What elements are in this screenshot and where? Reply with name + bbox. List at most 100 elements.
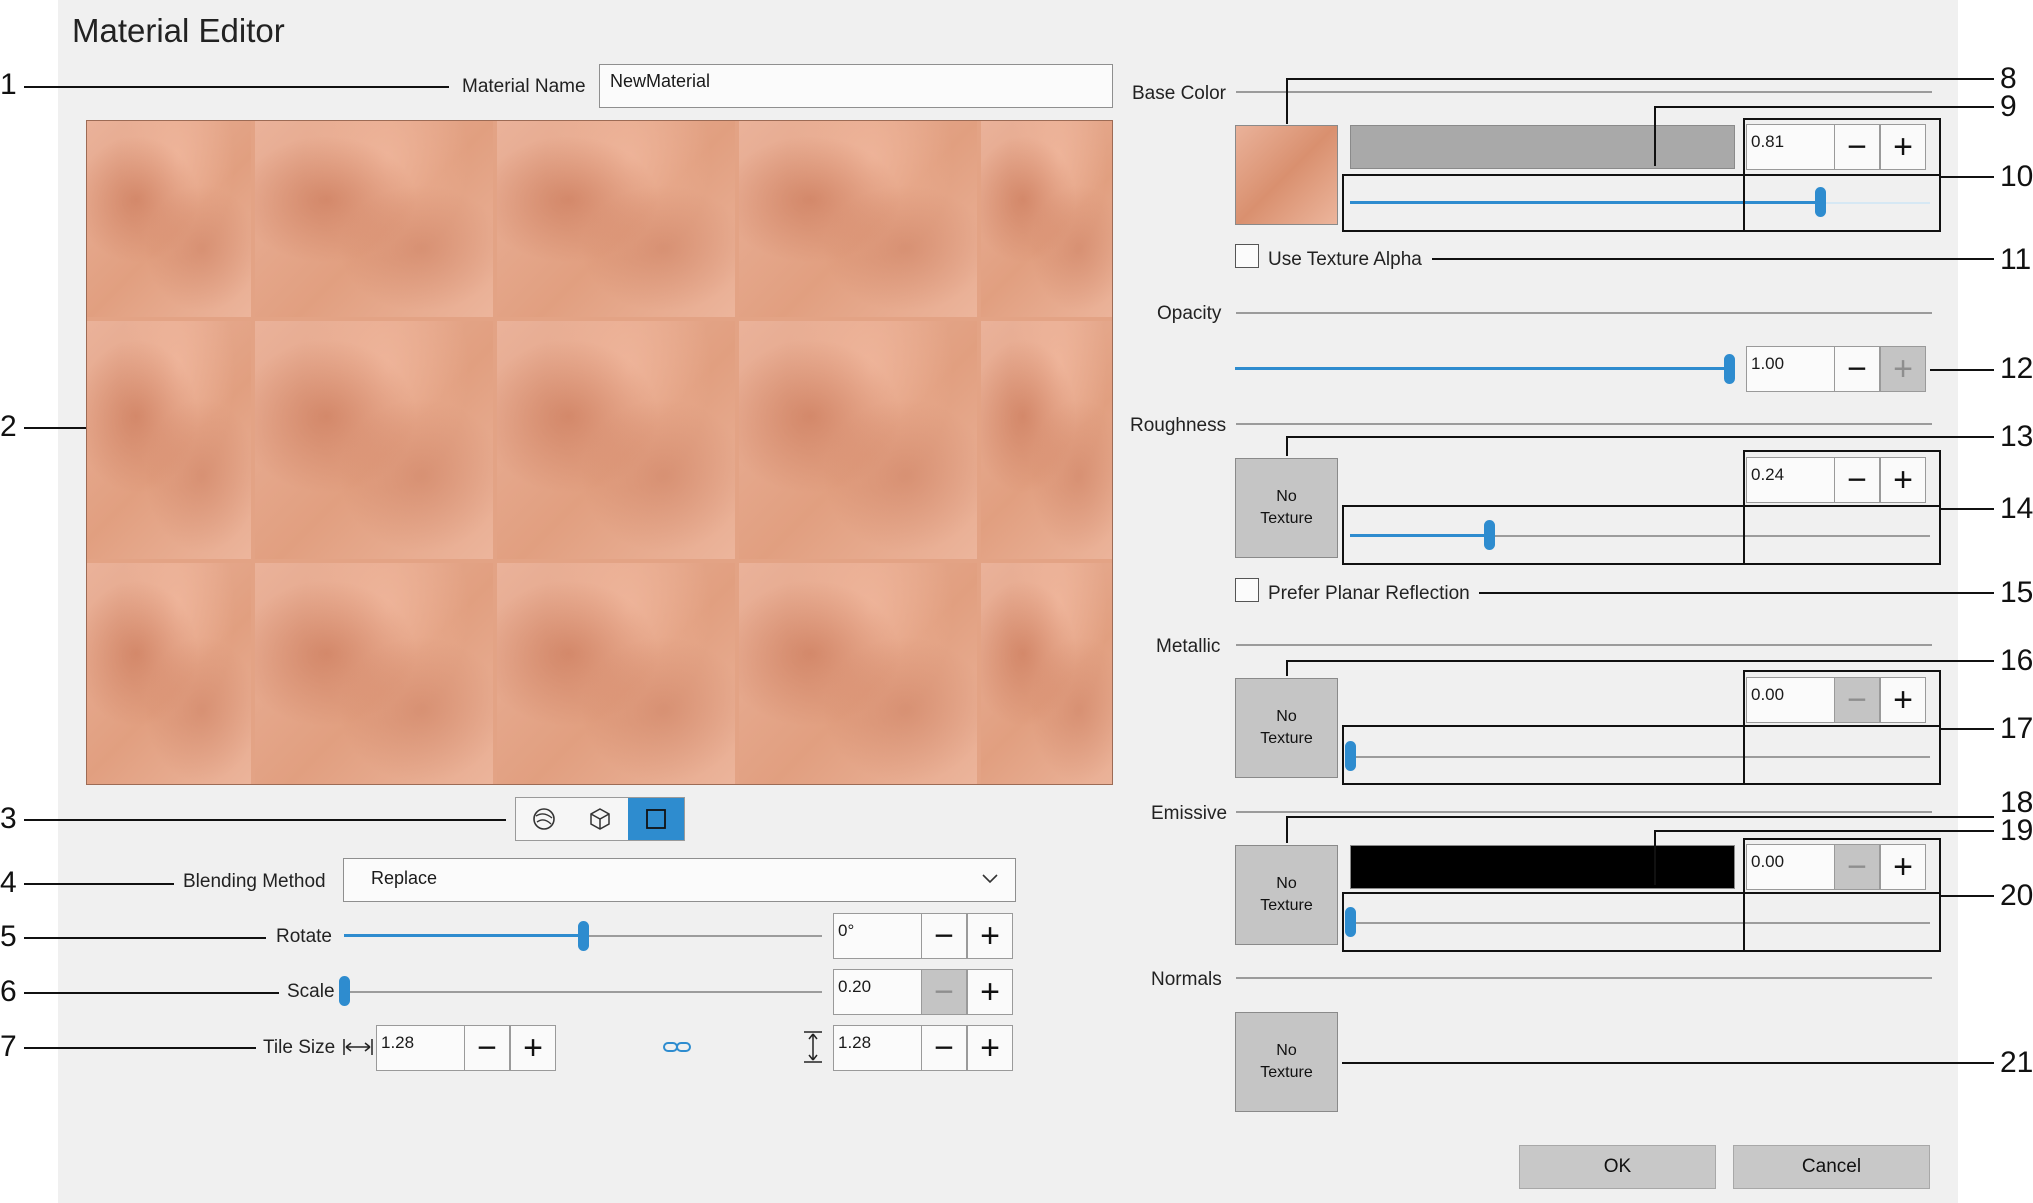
link-icon[interactable]: [662, 1038, 692, 1061]
callout-line-10: [1941, 176, 1994, 178]
preview-mode-toggle: [515, 797, 685, 841]
opacity-input[interactable]: 1.00: [1746, 346, 1835, 392]
callout-line-20: [1941, 895, 1994, 897]
scale-increment-button[interactable]: +: [967, 969, 1013, 1015]
callout-4: 4: [0, 866, 17, 899]
callout-line-3: [24, 819, 506, 821]
cancel-button[interactable]: Cancel: [1733, 1145, 1930, 1189]
scale-decrement-button[interactable]: −: [921, 969, 967, 1015]
callout-7: 7: [0, 1030, 17, 1063]
height-arrow-icon: [801, 1030, 825, 1069]
callout-line-9: [1654, 106, 1994, 108]
preview-tile: [981, 121, 1112, 317]
preview-tile: [981, 563, 1112, 784]
callout-15: 15: [2000, 576, 2033, 609]
scale-slider-thumb[interactable]: [339, 976, 350, 1006]
tile-width-decrement-button[interactable]: −: [464, 1025, 510, 1071]
opacity-slider-thumb[interactable]: [1724, 354, 1735, 384]
callout-12: 12: [2000, 352, 2033, 385]
width-arrow-icon: [342, 1036, 374, 1063]
callout-line-13-drop: [1286, 436, 1288, 456]
material-preview: [86, 120, 1113, 785]
scale-input[interactable]: 0.20: [833, 969, 922, 1015]
callout-19: 19: [2000, 814, 2033, 847]
metallic-label: Metallic: [1156, 636, 1221, 657]
callout-11: 11: [2000, 243, 2032, 276]
preview-tile: [981, 321, 1112, 559]
preview-tile: [739, 563, 977, 784]
preview-tile: [497, 121, 735, 317]
tile-height-increment-button[interactable]: +: [967, 1025, 1013, 1071]
callout-line-14: [1941, 508, 1994, 510]
tile-width-input[interactable]: 1.28: [376, 1025, 465, 1071]
preview-tile: [739, 321, 977, 559]
prefer-planar-reflection-checkbox[interactable]: [1235, 578, 1259, 602]
rotate-slider-thumb[interactable]: [578, 921, 589, 951]
rotate-slider-fill: [344, 934, 583, 937]
callout-line-4: [24, 883, 174, 885]
emissive-separator: [1236, 811, 1932, 813]
preview-tile: [739, 121, 977, 317]
prefer-planar-reflection-label: Prefer Planar Reflection: [1268, 583, 1470, 604]
rotate-decrement-button[interactable]: −: [921, 913, 967, 959]
opacity-decrement-button[interactable]: −: [1834, 346, 1880, 392]
base-color-texture-thumbnail[interactable]: [1235, 125, 1338, 225]
preview-tile: [255, 321, 493, 559]
callout-5: 5: [0, 920, 17, 953]
callout-line-12: [1930, 369, 1994, 371]
roughness-texture-button[interactable]: No Texture: [1235, 458, 1338, 558]
preview-tile: [87, 121, 251, 317]
callout-line-16-drop: [1286, 660, 1288, 676]
use-texture-alpha-checkbox[interactable]: [1235, 244, 1259, 268]
callout-box-20-lower: [1342, 892, 1941, 952]
plane-icon[interactable]: [628, 798, 684, 840]
normals-texture-button[interactable]: No Texture: [1235, 1012, 1338, 1112]
opacity-increment-button[interactable]: +: [1880, 346, 1926, 392]
normals-separator: [1236, 977, 1932, 979]
base-color-label: Base Color: [1132, 83, 1226, 104]
material-name-input[interactable]: NewMaterial: [599, 64, 1113, 108]
preview-tile: [255, 563, 493, 784]
callout-6: 6: [0, 975, 17, 1008]
callout-line-8-drop: [1286, 78, 1288, 124]
emissive-color-swatch[interactable]: [1350, 845, 1735, 889]
callout-line-18: [1286, 816, 1994, 818]
chevron-down-icon: [981, 869, 999, 892]
rotate-increment-button[interactable]: +: [967, 913, 1013, 959]
callout-17: 17: [2000, 712, 2033, 745]
base-color-swatch[interactable]: [1350, 125, 1735, 169]
rotate-label: Rotate: [276, 926, 332, 947]
rotate-input[interactable]: 0°: [833, 913, 922, 959]
callout-box-17-lower: [1342, 725, 1941, 785]
callout-line-5: [24, 937, 266, 939]
callout-13: 13: [2000, 420, 2033, 453]
callout-3: 3: [0, 802, 17, 835]
emissive-texture-button[interactable]: No Texture: [1235, 845, 1338, 945]
roughness-label: Roughness: [1130, 415, 1227, 436]
preview-tile: [255, 121, 493, 317]
callout-line-21: [1342, 1062, 1994, 1064]
tile-height-decrement-button[interactable]: −: [921, 1025, 967, 1071]
callout-box-10-lower: [1342, 174, 1941, 232]
blending-label: Blending Method: [183, 871, 326, 892]
callout-line-8: [1286, 78, 1994, 80]
opacity-separator: [1236, 312, 1932, 314]
callout-line-19: [1654, 830, 1994, 832]
callout-line-9-drop: [1654, 106, 1656, 166]
callout-21: 21: [2000, 1046, 2033, 1079]
tile-height-input[interactable]: 1.28: [833, 1025, 922, 1071]
sphere-icon[interactable]: [516, 798, 572, 840]
window-title: Material Editor: [72, 12, 285, 49]
use-texture-alpha-label: Use Texture Alpha: [1268, 249, 1422, 270]
tile-size-label: Tile Size: [263, 1037, 336, 1058]
callout-9: 9: [2000, 90, 2017, 123]
ok-button[interactable]: OK: [1519, 1145, 1716, 1189]
callout-line-7: [24, 1047, 256, 1049]
callout-20: 20: [2000, 879, 2033, 912]
scale-slider-track[interactable]: [344, 991, 822, 993]
metallic-texture-button[interactable]: No Texture: [1235, 678, 1338, 778]
cube-icon[interactable]: [572, 798, 628, 840]
blending-select[interactable]: Replace: [343, 858, 1016, 902]
callout-line-16: [1286, 660, 1994, 662]
tile-width-increment-button[interactable]: +: [510, 1025, 556, 1071]
